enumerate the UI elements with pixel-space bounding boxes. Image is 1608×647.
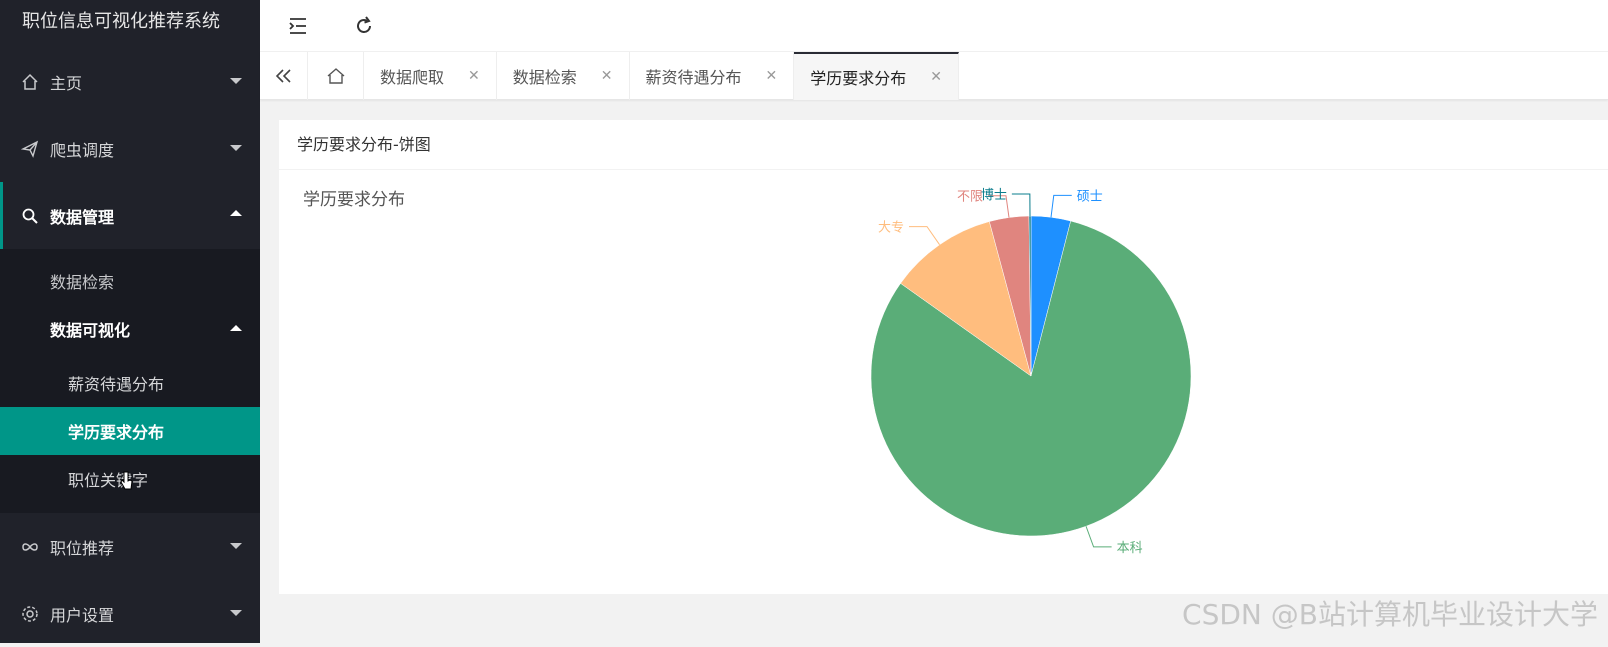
sidebar-item-label: 数据管理 [50,204,114,228]
close-icon[interactable]: ✕ [468,68,480,84]
watermark: CSDN @B站计算机毕业设计大学 [1182,593,1598,633]
chevron-up-icon [230,210,242,216]
sidebar-item-job-recommend[interactable]: 职位推荐 [0,513,260,580]
sidebar-item-salary-distribution[interactable]: 薪资待遇分布 [0,359,260,407]
sidebar-item-label: 爬虫调度 [50,137,114,161]
chevron-down-icon [230,543,242,549]
home-icon [20,72,40,92]
pie-label-line-4 [1012,194,1030,216]
card-title: 学历要求分布-饼图 [279,120,1608,170]
tab-label: 数据爬取 [380,64,444,88]
sidebar-item-label: 薪资待遇分布 [68,371,164,395]
sidebar-item-user-settings[interactable]: 用户设置 [0,580,260,647]
infinity-icon [20,537,40,557]
sidebar-item-label: 职位关键字 [68,467,148,491]
tab-data-crawl[interactable]: 数据爬取 ✕ [364,52,497,100]
tab-salary-distribution[interactable]: 薪资待遇分布 ✕ [630,52,795,100]
sidebar-item-label: 用户设置 [50,602,114,626]
sidebar-item-crawler[interactable]: 爬虫调度 [0,115,260,182]
tab-home[interactable] [308,52,364,100]
chevron-up-icon [230,325,242,331]
pie-label-3: 不限 [957,190,983,205]
top-header [260,0,1608,52]
mouse-cursor-icon [120,470,134,492]
gear-icon [20,604,40,624]
refresh-icon [354,16,374,36]
indent-icon [288,17,308,35]
pie-label-2: 大专 [878,221,904,236]
tabs-scroll-left-button[interactable] [260,52,308,100]
sidebar-item-home[interactable]: 主页 [0,48,260,115]
close-icon[interactable]: ✕ [601,68,613,84]
sidebar-item-data-visualization[interactable]: 数据可视化 [0,305,260,353]
sidebar-item-label: 学历要求分布 [68,419,164,443]
tab-education-distribution[interactable]: 学历要求分布 ✕ [794,52,959,100]
tab-bar: 数据爬取 ✕ 数据检索 ✕ 薪资待遇分布 ✕ 学历要求分布 ✕ [260,52,1608,100]
tab-label: 学历要求分布 [810,65,906,89]
refresh-button[interactable] [348,10,380,42]
chevron-down-icon [230,145,242,151]
sidebar-item-data-management[interactable]: 数据管理 [0,182,260,249]
pie-label-line-1 [1086,526,1112,547]
sidebar-item-data-search[interactable]: 数据检索 [0,249,260,305]
sidebar-item-label: 职位推荐 [50,535,114,559]
tab-label: 薪资待遇分布 [646,64,742,88]
chevron-down-icon [230,78,242,84]
pie-label-line-2 [909,227,940,245]
double-chevron-left-icon [274,68,294,84]
chart-card: 学历要求分布-饼图 学历要求分布 硕士本科大专不限博士 [279,120,1608,594]
search-icon [20,206,40,226]
sidebar: 职位信息可视化推荐系统 主页 爬虫调度 数据管理 数据检索 数据可视化 薪资待遇… [0,0,260,643]
tab-label: 数据检索 [513,64,577,88]
pie-label-1: 本科 [1117,541,1143,556]
sidebar-item-label: 数据检索 [50,269,114,293]
pie-chart[interactable]: 硕士本科 大专 不限博士 [279,170,1608,594]
sidebar-item-education-distribution[interactable]: 学历要求分布 [0,407,260,455]
close-icon[interactable]: ✕ [930,69,942,85]
home-icon [326,67,346,85]
pie-label-0: 硕士 [1077,189,1103,204]
chevron-down-icon [230,610,242,616]
pie-label-line-0 [1051,195,1072,217]
close-icon[interactable]: ✕ [766,68,778,84]
sidebar-item-label: 主页 [50,70,82,94]
tab-data-search[interactable]: 数据检索 ✕ [497,52,630,100]
app-title: 职位信息可视化推荐系统 [0,0,260,48]
sidebar-item-label: 数据可视化 [50,317,130,341]
collapse-menu-button[interactable] [282,10,314,42]
pie-label-4: 博士 [981,188,1007,203]
send-icon [20,139,40,159]
